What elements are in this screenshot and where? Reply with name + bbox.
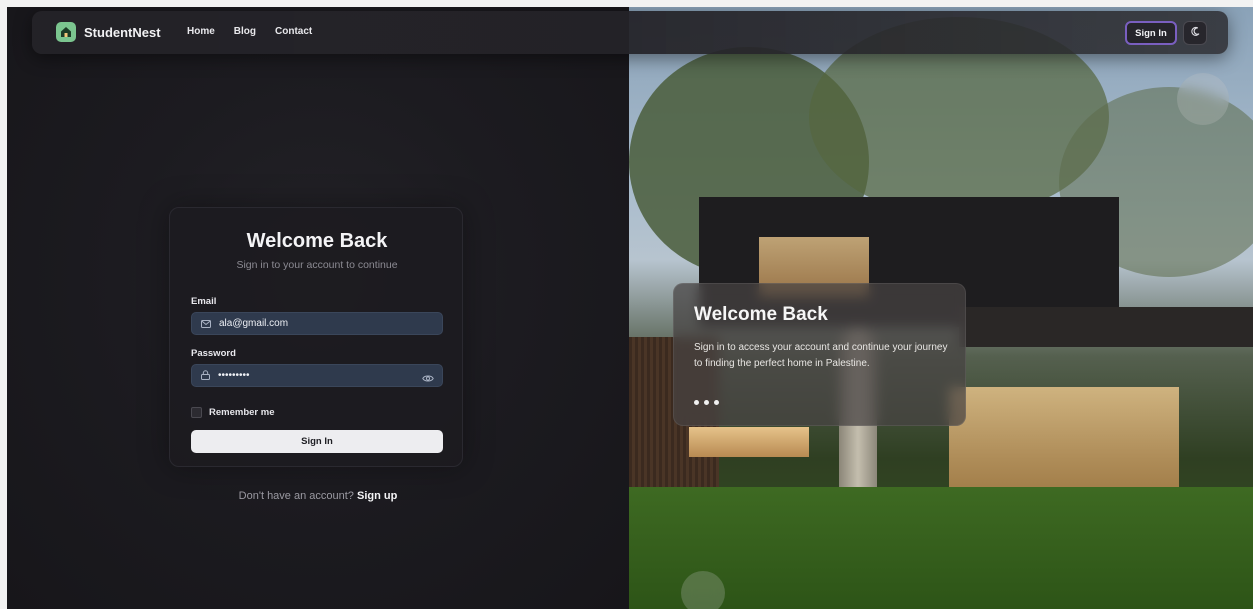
- email-input[interactable]: [219, 318, 419, 329]
- mail-icon: [201, 315, 211, 333]
- form-title: Welcome Back: [246, 230, 388, 252]
- home-icon: [56, 22, 76, 42]
- remember-checkbox[interactable]: [191, 407, 202, 418]
- email-label: Email: [191, 296, 217, 307]
- remember-label: Remember me: [209, 407, 275, 418]
- nav-sign-in-button[interactable]: Sign In: [1125, 21, 1177, 45]
- hero-glass-card: Welcome Back Sign in to access your acco…: [673, 283, 966, 426]
- remember-me[interactable]: Remember me: [191, 407, 274, 418]
- brand[interactable]: StudentNest: [56, 22, 161, 42]
- dot: [704, 400, 709, 405]
- nav-links: Home Blog Contact: [187, 26, 312, 37]
- password-field-wrapper: [191, 364, 443, 387]
- app-viewport: Welcome Back Sign in to access your acco…: [7, 7, 1253, 609]
- sign-in-card: Welcome Back Sign in to your account to …: [169, 207, 463, 467]
- form-subtitle: Sign in to your account to continue: [236, 259, 398, 271]
- navbar: StudentNest Home Blog Contact Sign In: [32, 11, 1228, 54]
- nav-link-contact[interactable]: Contact: [275, 26, 312, 37]
- theme-toggle-button[interactable]: [1183, 21, 1207, 45]
- more-dots-icon: [694, 400, 719, 405]
- sign-in-button[interactable]: Sign In: [191, 430, 443, 453]
- browser-frame: Welcome Back Sign in to access your acco…: [0, 0, 1253, 609]
- sign-up-link[interactable]: Sign up: [357, 490, 397, 502]
- dot: [694, 400, 699, 405]
- hero-title: Welcome Back: [694, 304, 828, 325]
- signup-text: Don't have an account?: [238, 490, 354, 502]
- hero-text: Sign in to access your account and conti…: [694, 342, 948, 369]
- email-field-wrapper: [191, 312, 443, 335]
- password-label: Password: [191, 348, 236, 359]
- brand-name: StudentNest: [84, 24, 161, 40]
- eye-icon[interactable]: [422, 370, 434, 388]
- lock-icon: [201, 367, 210, 385]
- moon-icon: [1190, 24, 1201, 42]
- nav-link-blog[interactable]: Blog: [234, 26, 256, 37]
- password-input[interactable]: [218, 370, 418, 381]
- dot: [714, 400, 719, 405]
- signup-prompt: Don't have an account? Sign up: [7, 490, 629, 502]
- nav-link-home[interactable]: Home: [187, 26, 215, 37]
